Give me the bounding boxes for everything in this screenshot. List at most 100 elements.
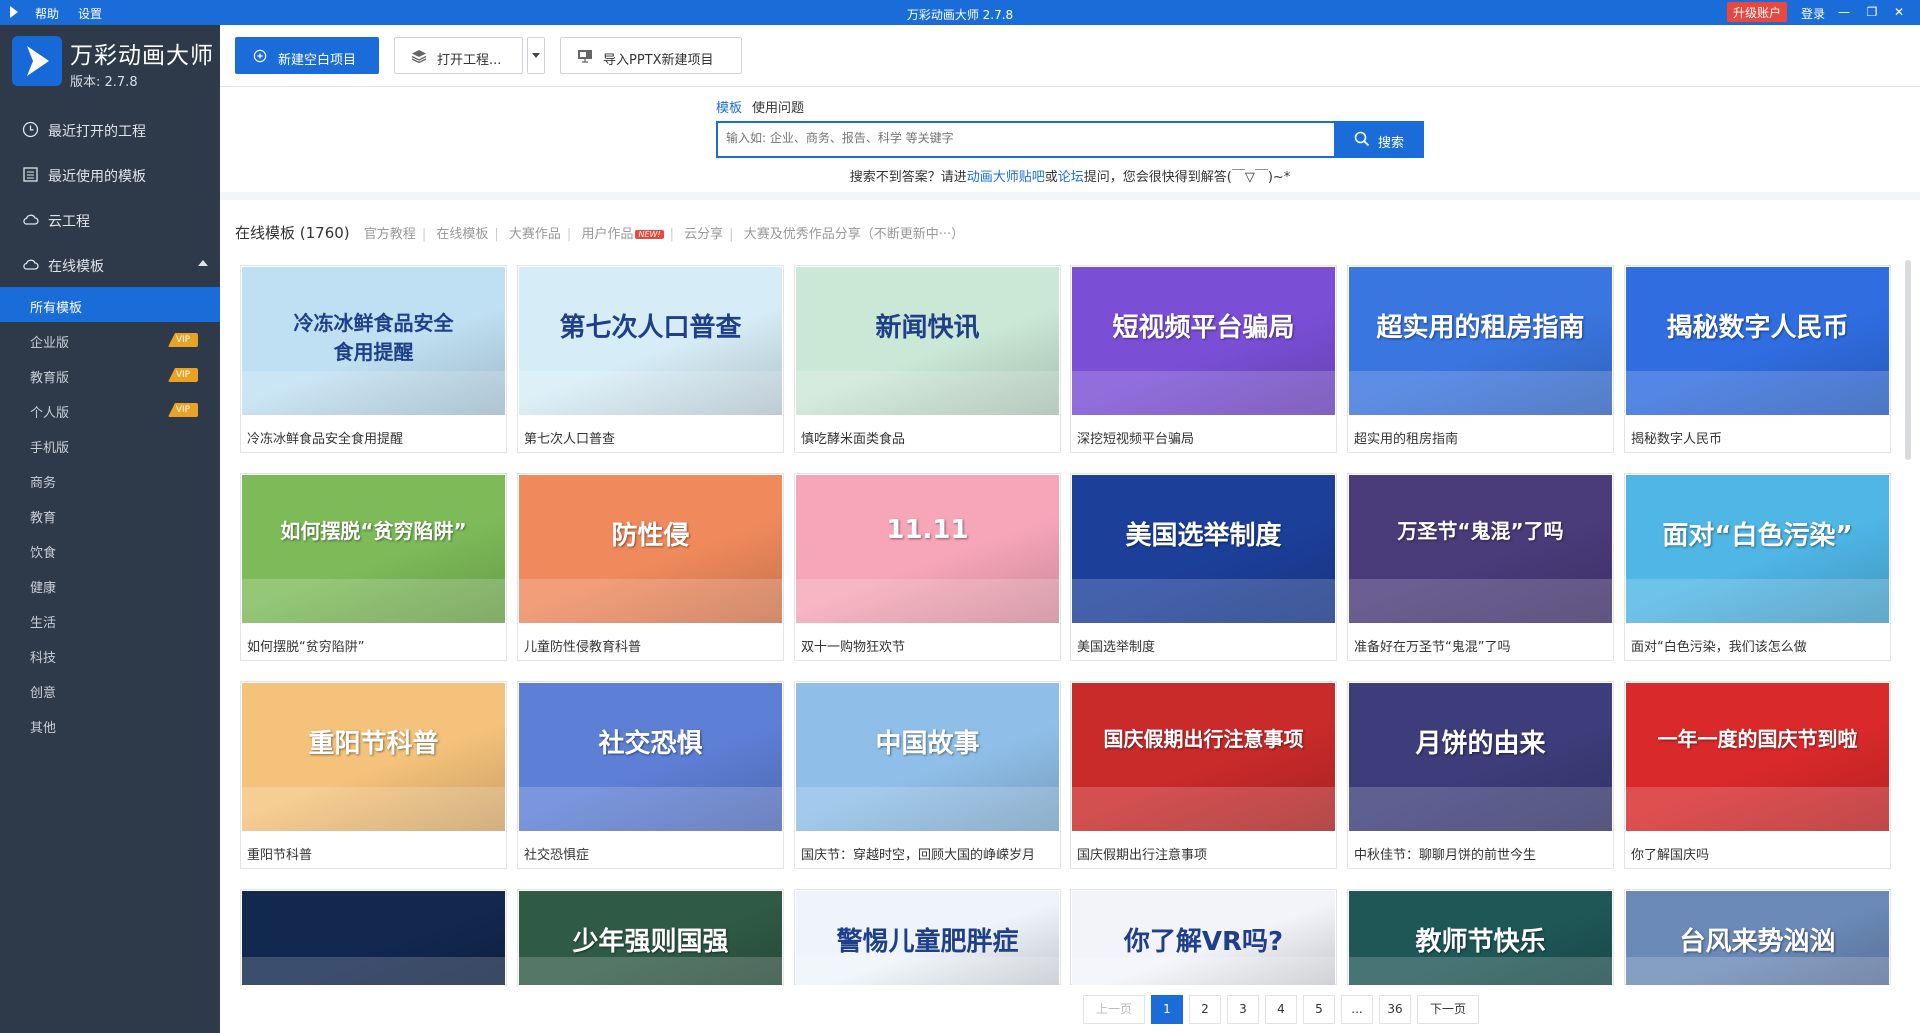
- category-item[interactable]: 科技: [0, 637, 220, 672]
- prev-page-button[interactable]: 上一页: [1083, 995, 1145, 1024]
- template-thumbnail[interactable]: 防性侵: [519, 475, 782, 623]
- template-thumbnail[interactable]: 冷冻冰鲜食品安全 食用提醒: [242, 267, 505, 415]
- maximize-button[interactable]: ❐: [1861, 3, 1883, 21]
- scrollbar[interactable]: [1905, 260, 1911, 460]
- template-card[interactable]: 你了解VR吗?: [1070, 889, 1337, 985]
- template-card[interactable]: 台风来势汹汹: [1624, 889, 1891, 985]
- page-button-2[interactable]: 2: [1189, 995, 1221, 1024]
- filter-online-templates[interactable]: 在线模板: [436, 227, 488, 242]
- template-thumbnail[interactable]: 教师节快乐: [1349, 891, 1612, 985]
- category-item[interactable]: 教育: [0, 497, 220, 532]
- template-thumbnail[interactable]: 万圣节“鬼混”了吗: [1349, 475, 1612, 623]
- template-thumbnail[interactable]: [242, 891, 505, 985]
- page-button-4[interactable]: 4: [1265, 995, 1297, 1024]
- category-item[interactable]: 健康: [0, 567, 220, 602]
- template-card[interactable]: 教师节快乐: [1347, 889, 1614, 985]
- filter-user-works[interactable]: 用户作品 NEW!: [581, 227, 664, 242]
- minimize-button[interactable]: —: [1833, 3, 1855, 21]
- filter-official-tutorial[interactable]: 官方教程: [364, 227, 416, 242]
- nav-cloud-projects[interactable]: 云工程: [0, 197, 220, 241]
- template-thumbnail[interactable]: 中国故事: [796, 683, 1059, 831]
- template-thumbnail[interactable]: 面对“白色污染”: [1626, 475, 1889, 623]
- category-item[interactable]: 企业版 VIP: [0, 322, 220, 357]
- category-item[interactable]: 手机版: [0, 427, 220, 462]
- template-caption: 冷冻冰鲜食品安全食用提醒: [247, 432, 404, 447]
- category-item[interactable]: 其他: [0, 707, 220, 742]
- tieba-link[interactable]: 动画大师贴吧: [967, 170, 1045, 185]
- upgrade-button[interactable]: 升级账户: [1727, 2, 1788, 22]
- template-card[interactable]: 一年一度的国庆节到啦 你了解国庆吗: [1624, 681, 1891, 869]
- sidebar: 万彩动画大师 版本: 2.7.8 最近打开的工程 最近使用的模板 云工程 在线模…: [0, 25, 220, 1033]
- template-caption: 双十一购物狂欢节: [801, 640, 906, 655]
- template-thumbnail[interactable]: 警惕儿童肥胖症: [796, 891, 1059, 985]
- category-item[interactable]: 个人版 VIP: [0, 392, 220, 427]
- template-thumbnail[interactable]: 台风来势汹汹: [1626, 891, 1889, 985]
- template-card[interactable]: 第七次人口普查 第七次人口普查: [517, 265, 784, 453]
- open-project-button[interactable]: 打开工程...: [394, 37, 523, 74]
- template-card[interactable]: 新闻快讯 慎吃酵米面类食品: [794, 265, 1061, 453]
- template-thumbnail[interactable]: 美国选举制度: [1072, 475, 1335, 623]
- template-card[interactable]: 中国故事 国庆节：穿越时空，回顾大国的峥嵘岁月: [794, 681, 1061, 869]
- filter-contest-works[interactable]: 大赛作品: [509, 227, 561, 242]
- login-button[interactable]: 登录: [1801, 5, 1825, 22]
- template-card[interactable]: 揭秘数字人民币 揭秘数字人民币: [1624, 265, 1891, 453]
- template-thumbnail[interactable]: 新闻快讯: [796, 267, 1059, 415]
- template-thumbnail[interactable]: 一年一度的国庆节到啦: [1626, 683, 1889, 831]
- nav-recent-projects[interactable]: 最近打开的工程: [0, 107, 220, 151]
- template-card[interactable]: 11.11 双十一购物狂欢节: [794, 473, 1061, 661]
- nav-online-templates[interactable]: 在线模板: [0, 242, 220, 286]
- template-card[interactable]: 防性侵 儿童防性侵教育科普: [517, 473, 784, 661]
- template-thumbnail[interactable]: 揭秘数字人民币: [1626, 267, 1889, 415]
- template-thumbnail[interactable]: 短视频平台骗局: [1072, 267, 1335, 415]
- category-item[interactable]: 教育版 VIP: [0, 357, 220, 392]
- template-thumbnail[interactable]: 国庆假期出行注意事项: [1072, 683, 1335, 831]
- template-card[interactable]: 如何摆脱“贫穷陷阱” 如何摆脱“贫穷陷阱”: [240, 473, 507, 661]
- open-project-dropdown[interactable]: [527, 37, 545, 74]
- category-item[interactable]: 创意: [0, 672, 220, 707]
- filter-contest-share[interactable]: 大赛及优秀作品分享（不断更新中···）: [744, 227, 964, 242]
- template-thumbnail[interactable]: 重阳节科普: [242, 683, 505, 831]
- template-card[interactable]: 警惕儿童肥胖症: [794, 889, 1061, 985]
- forum-link[interactable]: 论坛: [1058, 170, 1084, 185]
- category-item[interactable]: 所有模板: [0, 287, 220, 322]
- nav-recent-templates[interactable]: 最近使用的模板: [0, 152, 220, 196]
- template-card[interactable]: 社交恐惧 社交恐惧症: [517, 681, 784, 869]
- template-card[interactable]: 面对“白色污染” 面对“白色污染，我们该怎么做: [1624, 473, 1891, 661]
- tab-help[interactable]: 使用问题: [752, 97, 804, 116]
- page-button-36[interactable]: 36: [1379, 995, 1411, 1024]
- template-card[interactable]: 冷冻冰鲜食品安全 食用提醒冷冻冰鲜食品安全食用提醒: [240, 265, 507, 453]
- category-item[interactable]: 商务: [0, 462, 220, 497]
- template-card[interactable]: 国庆假期出行注意事项 国庆假期出行注意事项: [1070, 681, 1337, 869]
- template-thumbnail[interactable]: 社交恐惧: [519, 683, 782, 831]
- category-item[interactable]: 饮食: [0, 532, 220, 567]
- template-card[interactable]: 重阳节科普 重阳节科普: [240, 681, 507, 869]
- template-card[interactable]: 月饼的由来 中秋佳节：聊聊月饼的前世今生: [1347, 681, 1614, 869]
- template-thumbnail[interactable]: 第七次人口普查: [519, 267, 782, 415]
- new-blank-project-button[interactable]: 新建空白项目: [235, 37, 379, 74]
- collapse-arrow-icon[interactable]: [198, 260, 208, 266]
- search-button[interactable]: 搜索: [1336, 121, 1424, 158]
- template-card[interactable]: 短视频平台骗局 深挖短视频平台骗局: [1070, 265, 1337, 453]
- close-button[interactable]: ✕: [1888, 3, 1910, 21]
- template-thumbnail[interactable]: 超实用的租房指南: [1349, 267, 1612, 415]
- template-card[interactable]: [240, 889, 507, 985]
- template-thumbnail[interactable]: 11.11: [796, 475, 1059, 623]
- tab-template[interactable]: 模板: [716, 97, 742, 116]
- page-button-1[interactable]: 1: [1151, 995, 1183, 1024]
- import-pptx-button[interactable]: 导入PPTX新建项目: [560, 37, 742, 74]
- search-input[interactable]: [726, 131, 1306, 145]
- template-thumbnail[interactable]: 少年强则国强: [519, 891, 782, 985]
- template-thumbnail[interactable]: 月饼的由来: [1349, 683, 1612, 831]
- category-item[interactable]: 生活: [0, 602, 220, 637]
- filter-cloud-share[interactable]: 云分享: [684, 227, 723, 242]
- template-card[interactable]: 美国选举制度 美国选举制度: [1070, 473, 1337, 661]
- template-thumbnail[interactable]: 如何摆脱“贫穷陷阱”: [242, 475, 505, 623]
- page-button-3[interactable]: 3: [1227, 995, 1259, 1024]
- template-card[interactable]: 万圣节“鬼混”了吗 准备好在万圣节“鬼混”了吗: [1347, 473, 1614, 661]
- template-card[interactable]: 超实用的租房指南 超实用的租房指南: [1347, 265, 1614, 453]
- template-caption: 美国选举制度: [1077, 640, 1156, 655]
- template-thumbnail[interactable]: 你了解VR吗?: [1072, 891, 1335, 985]
- template-card[interactable]: 少年强则国强: [517, 889, 784, 985]
- page-button-5[interactable]: 5: [1303, 995, 1335, 1024]
- next-page-button[interactable]: 下一页: [1417, 995, 1479, 1024]
